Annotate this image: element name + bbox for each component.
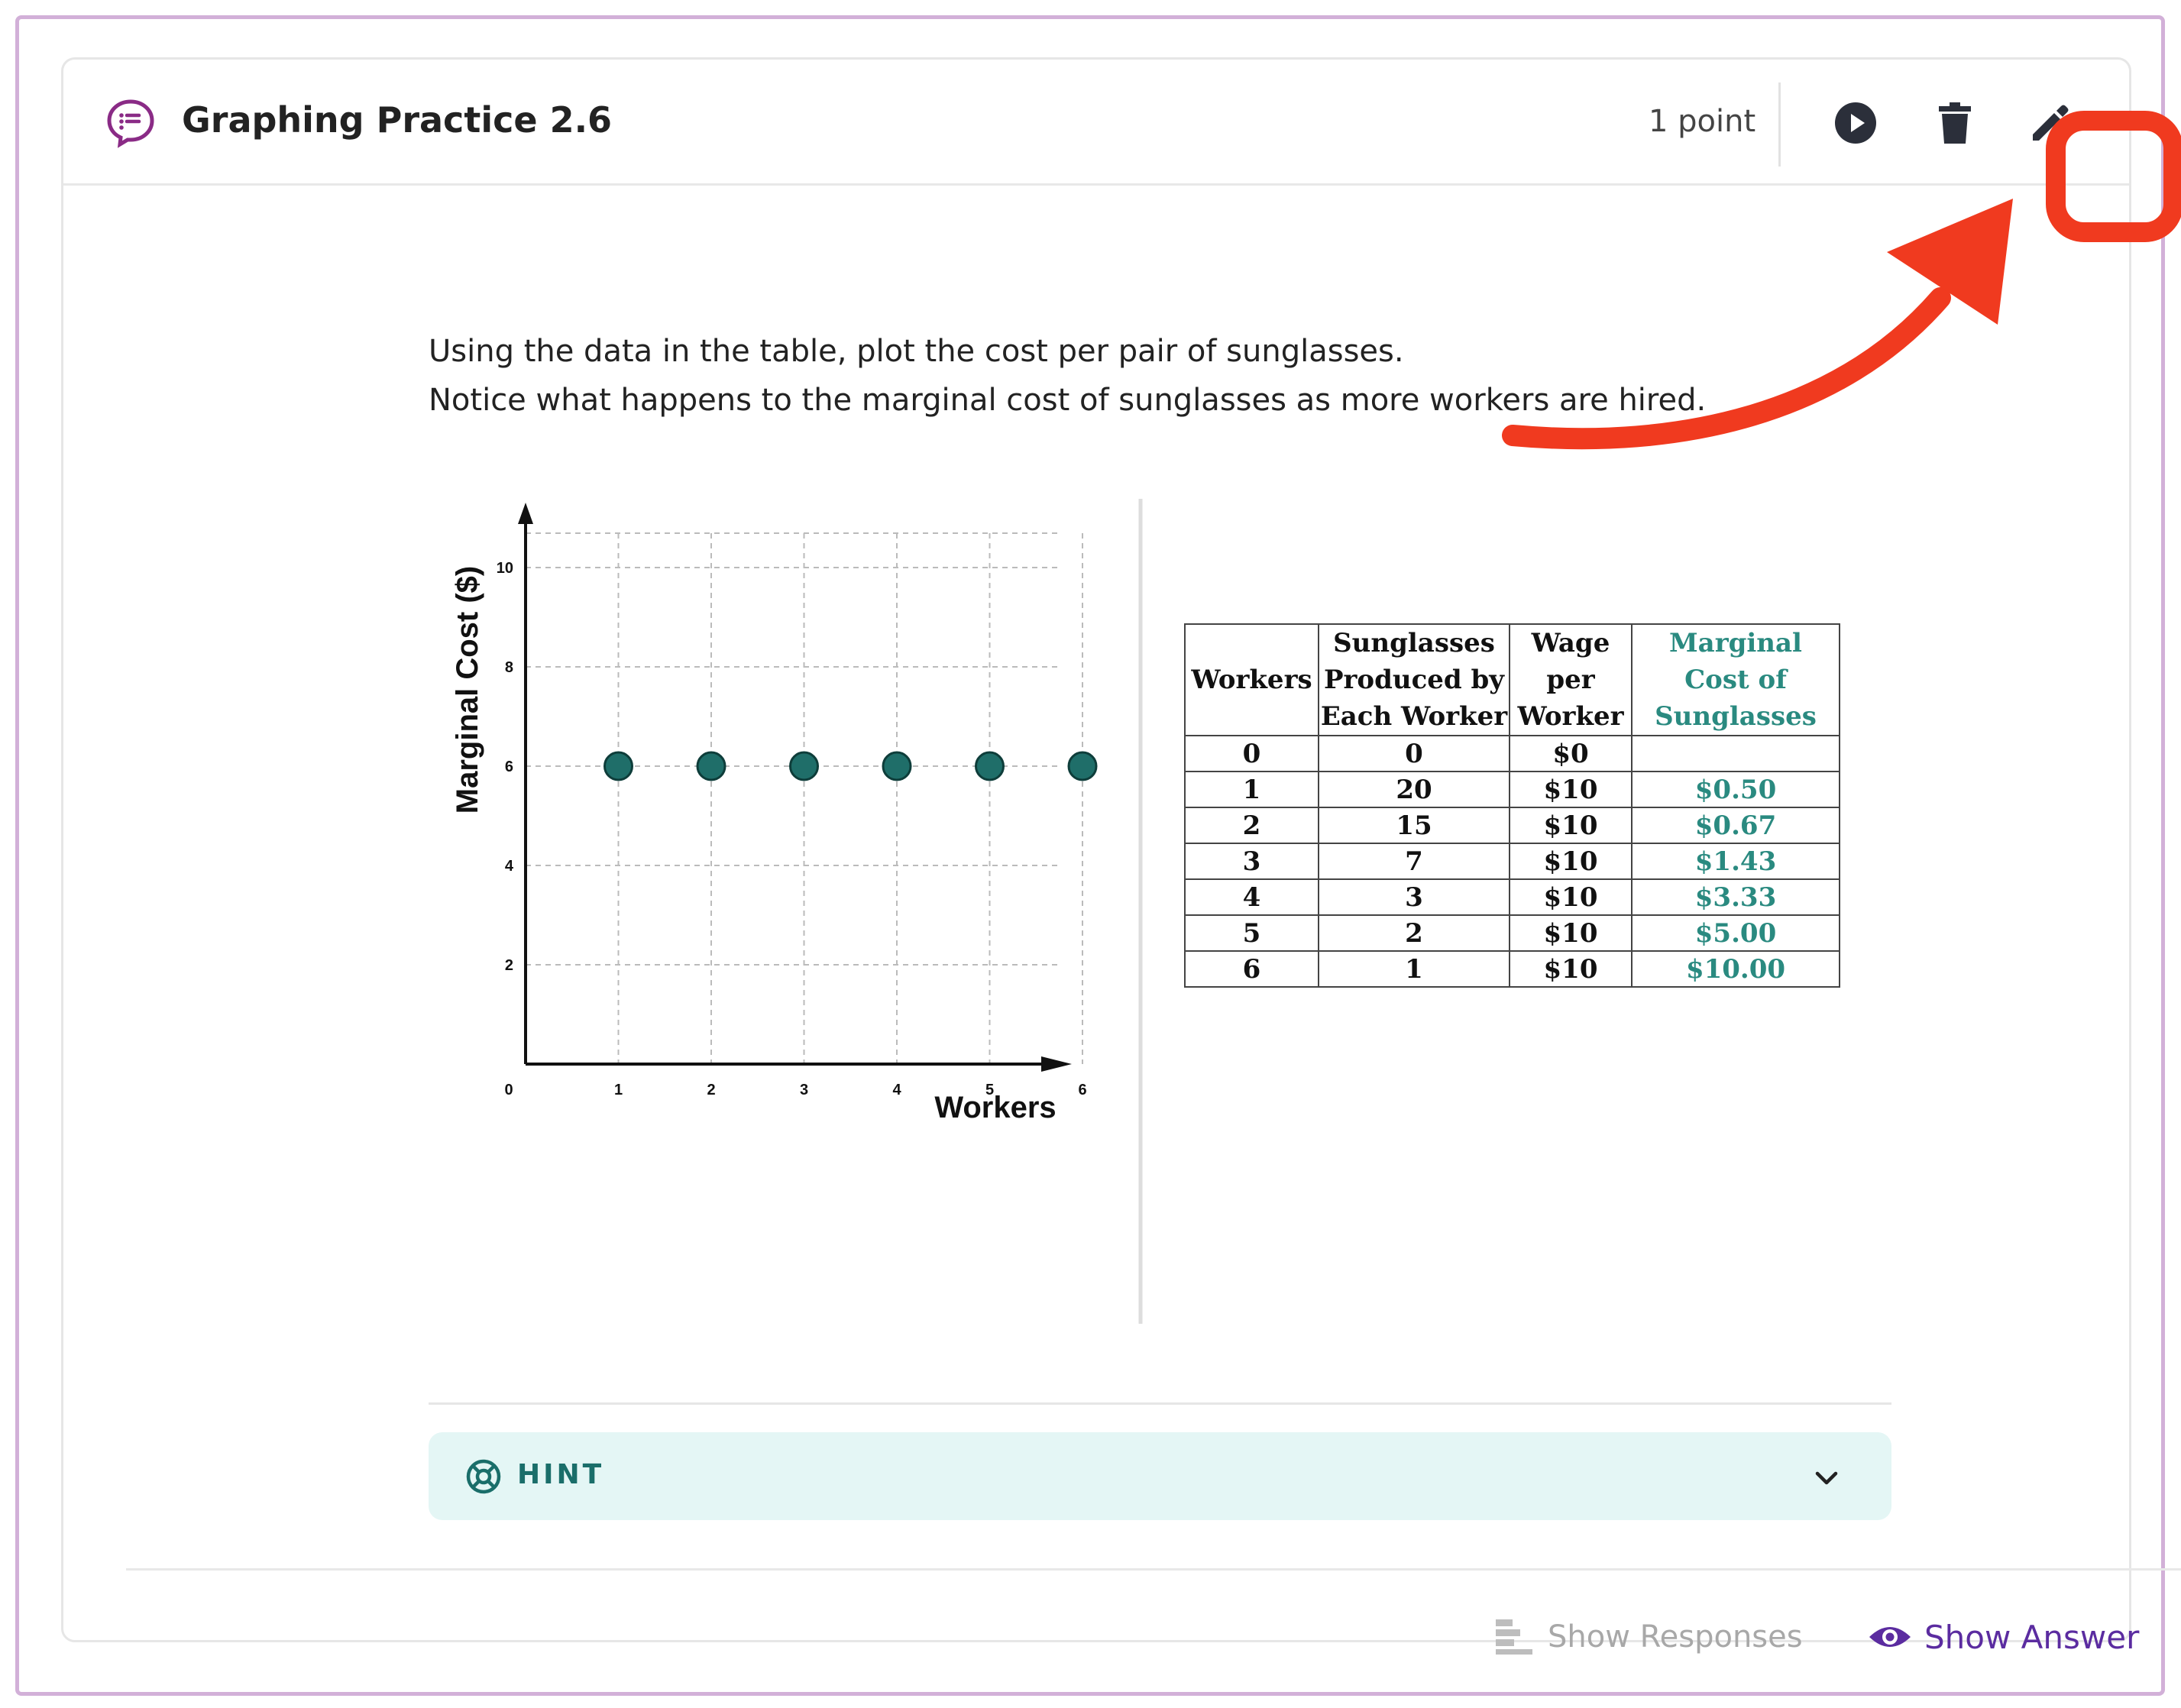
data-point[interactable] bbox=[882, 751, 912, 781]
table-row: 3 7 $10 $1.43 bbox=[1184, 843, 1840, 880]
marginal-cost-graph[interactable]: 0 1 2 3 4 5 6246810 Workers Marginal Cost ($) bbox=[430, 487, 1148, 1343]
table-header: Workers bbox=[1184, 623, 1319, 736]
points-label: 1 point bbox=[1649, 104, 1756, 139]
table-cell: $5.00 bbox=[1631, 914, 1840, 952]
table-cell: $10 bbox=[1509, 843, 1633, 880]
graph-axes bbox=[518, 503, 1072, 1072]
delete-button[interactable] bbox=[1924, 92, 1986, 154]
x-tick-label: 0 bbox=[504, 1082, 513, 1098]
question-header: Graphing Practice 2.6 1 point bbox=[63, 60, 2129, 186]
pencil-icon bbox=[2033, 105, 2069, 141]
show-answer-button[interactable]: Show Answer bbox=[1868, 1614, 2139, 1660]
question-title: Graphing Practice 2.6 bbox=[182, 99, 613, 141]
table-cell: $0 bbox=[1509, 735, 1633, 772]
sunglasses-data-table: Workers Sunglasses Produced by Each Work… bbox=[1184, 623, 1840, 988]
table-cell: 3 bbox=[1184, 843, 1319, 880]
table-body: 0 0 $0 1 20 $10 $0.50 2 15 $10 $0.67 3 7 $10 $1.43 4 3 $1… bbox=[1184, 735, 1840, 988]
table-cell: $10 bbox=[1509, 771, 1633, 808]
table-cell: 0 bbox=[1184, 735, 1319, 772]
table-cell: $0.67 bbox=[1631, 807, 1840, 844]
x-tick-label: 2 bbox=[707, 1082, 715, 1098]
show-answer-label: Show Answer bbox=[1924, 1618, 2140, 1656]
question-type-icon bbox=[107, 99, 154, 148]
x-axis-arrowhead bbox=[1041, 1056, 1072, 1072]
table-cell: 3 bbox=[1318, 878, 1510, 916]
table-cell: $10 bbox=[1509, 878, 1633, 916]
table-cell: 1 bbox=[1184, 771, 1319, 808]
table-cell: $1.43 bbox=[1631, 843, 1840, 880]
table-cell: 4 bbox=[1184, 878, 1319, 916]
table-cell: 20 bbox=[1318, 771, 1510, 808]
trash-icon bbox=[1939, 102, 1971, 144]
edit-button[interactable] bbox=[2019, 92, 2082, 154]
table-row: 1 20 $10 $0.50 bbox=[1184, 771, 1840, 808]
y-tick-label: 10 bbox=[497, 560, 513, 577]
y-tick-label: 2 bbox=[505, 957, 513, 974]
table-cell: 2 bbox=[1318, 914, 1510, 952]
question-prompt: Using the data in the table, plot the co… bbox=[429, 327, 1706, 425]
table-cell: 1 bbox=[1318, 950, 1510, 988]
x-tick-label: 4 bbox=[892, 1082, 901, 1098]
table-row: 4 3 $10 $3.33 bbox=[1184, 878, 1840, 916]
lifebuoy-icon bbox=[466, 1459, 501, 1494]
y-axis-arrowhead bbox=[518, 503, 533, 524]
table-cell: $3.33 bbox=[1631, 878, 1840, 916]
table-cell: $10 bbox=[1509, 807, 1633, 844]
x-tick-label: 6 bbox=[1078, 1082, 1086, 1098]
table-cell: $10.00 bbox=[1631, 950, 1840, 988]
footer-divider bbox=[126, 1568, 2181, 1571]
graph-grid bbox=[526, 532, 1083, 1064]
table-cell: $10 bbox=[1509, 950, 1633, 988]
y-tick-label: 6 bbox=[505, 759, 513, 775]
data-point[interactable] bbox=[975, 751, 1005, 781]
table-header: Marginal Cost of Sunglasses bbox=[1631, 623, 1840, 736]
hint-toggle[interactable]: HINT bbox=[429, 1432, 1891, 1520]
x-tick-label: 3 bbox=[800, 1082, 808, 1098]
question-card: Graphing Practice 2.6 1 point Using the … bbox=[61, 57, 2181, 1656]
bar-chart-icon bbox=[1496, 1619, 1532, 1655]
x-axis-label: Workers bbox=[934, 1091, 1056, 1124]
table-cell: $10 bbox=[1509, 914, 1633, 952]
y-tick-label: 8 bbox=[505, 659, 513, 676]
table-row: 6 1 $10 $10.00 bbox=[1184, 950, 1840, 988]
prompt-line-2: Notice what happens to the marginal cost… bbox=[429, 383, 1707, 418]
eye-icon bbox=[1869, 1627, 1911, 1647]
x-tick-label: 1 bbox=[614, 1082, 623, 1098]
show-responses-label: Show Responses bbox=[1548, 1619, 1803, 1655]
table-cell: 0 bbox=[1318, 735, 1510, 772]
y-axis-label: Marginal Cost ($) bbox=[451, 566, 484, 814]
data-point[interactable] bbox=[789, 751, 819, 781]
graph-tick-labels: 0 1 2 3 4 5 6246810 bbox=[497, 560, 1087, 1098]
table-row: 2 15 $10 $0.67 bbox=[1184, 807, 1840, 844]
table-header: Sunglasses Produced by Each Worker bbox=[1318, 623, 1510, 736]
table-cell bbox=[1631, 735, 1840, 772]
table-header: Wage per Worker bbox=[1509, 623, 1633, 736]
show-responses-button[interactable]: Show Responses bbox=[1496, 1614, 1803, 1660]
table-cell: 6 bbox=[1184, 950, 1319, 988]
content-divider bbox=[429, 1402, 1891, 1405]
table-header-row: Workers Sunglasses Produced by Each Work… bbox=[1184, 623, 1840, 736]
table-cell: 7 bbox=[1318, 843, 1510, 880]
data-point[interactable] bbox=[1067, 751, 1098, 781]
table-cell: 2 bbox=[1184, 807, 1319, 844]
preview-button[interactable] bbox=[1824, 92, 1887, 154]
table-cell: 5 bbox=[1184, 914, 1319, 952]
play-circle-icon bbox=[1835, 102, 1876, 144]
table-cell: $0.50 bbox=[1631, 771, 1840, 808]
data-point[interactable] bbox=[696, 751, 726, 781]
chevron-down-icon bbox=[1815, 1471, 1838, 1485]
table-row: 0 0 $0 bbox=[1184, 735, 1840, 772]
table-cell: 15 bbox=[1318, 807, 1510, 844]
prompt-line-1: Using the data in the table, plot the co… bbox=[429, 334, 1404, 369]
data-point[interactable] bbox=[603, 751, 633, 781]
hint-label: HINT bbox=[517, 1459, 605, 1490]
table-row: 5 2 $10 $5.00 bbox=[1184, 914, 1840, 952]
y-tick-label: 4 bbox=[505, 858, 514, 875]
header-divider bbox=[1778, 82, 1781, 167]
